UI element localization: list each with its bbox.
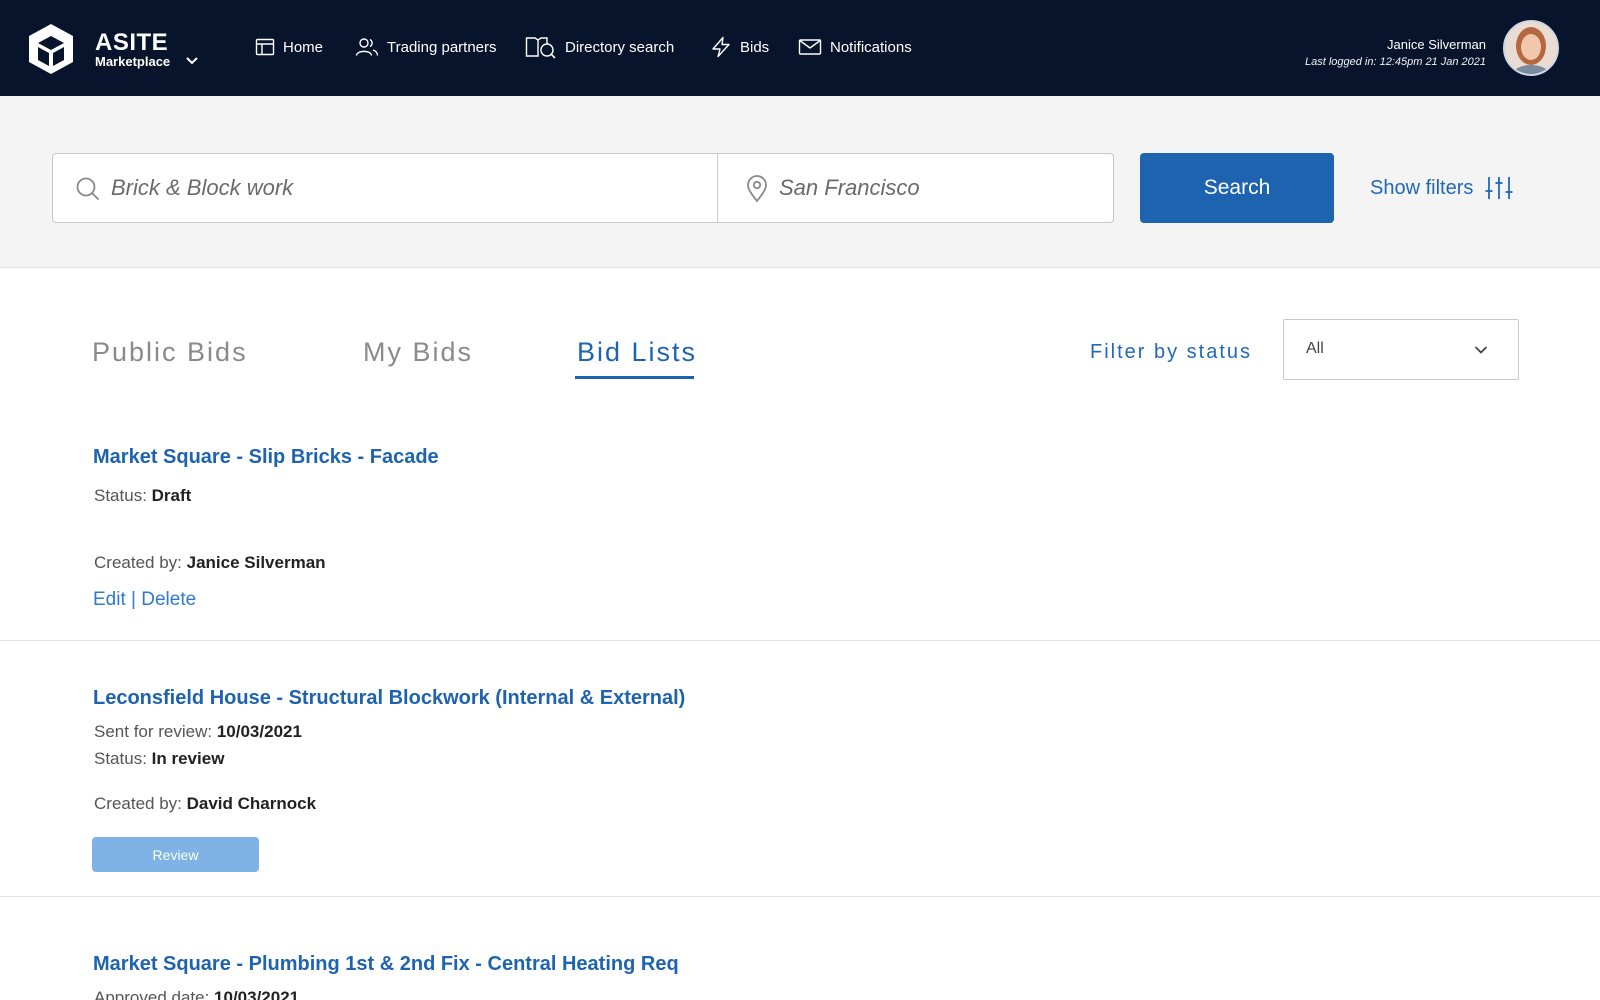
tab-bid-lists[interactable]: Bid Lists [577,337,697,368]
bid-list-approved-date: Approved date: 10/03/2021 [94,988,299,1000]
bid-list-status: Status: Draft [94,486,191,506]
brand[interactable]: ASITE Marketplace [95,31,170,69]
show-filters-label: Show filters [1370,176,1474,199]
sent-for-review-label: Sent for review: [94,722,213,741]
nav-directory-search[interactable]: Directory search [525,34,674,60]
nav-home-label: Home [283,38,324,56]
user-info: Janice Silverman Last logged in: 12:45pm… [1305,36,1486,70]
directory-search-icon [525,37,556,59]
edit-link[interactable]: Edit [93,589,126,610]
search-button[interactable]: Search [1140,153,1334,223]
bid-list-title[interactable]: Market Square - Plumbing 1st & 2nd Fix -… [93,953,679,976]
item-divider [0,896,1600,897]
bid-list-status: Status: In review [94,749,224,769]
search-icon [76,177,100,201]
item-divider [0,640,1600,641]
nav-notifications[interactable]: Notifications [798,34,912,60]
location-pin-icon [747,175,767,203]
approved-date-value: 10/03/2021 [214,988,300,1000]
delete-link[interactable]: Delete [141,589,196,610]
bid-list-title[interactable]: Leconsfield House - Structural Blockwork… [93,687,685,710]
brand-subtitle: Marketplace [95,54,171,69]
status-value: Draft [151,486,192,505]
lightning-icon [712,36,730,58]
bid-list-created-by: Created by: David Charnock [94,794,316,814]
nav-bids-label: Bids [740,38,770,56]
bid-list-sent-date: Sent for review: 10/03/2021 [94,722,302,742]
search-divider [717,154,718,222]
brand-name: ASITE [95,29,169,56]
search-box [52,153,1114,223]
last-logged-in: Last logged in: 12:45pm 21 Jan 2021 [1304,56,1486,68]
created-by-label: Created by: [94,553,182,572]
search-band: Search Show filters [0,96,1600,268]
nav-bids[interactable]: Bids [710,34,769,60]
created-by-value: David Charnock [186,794,317,813]
nav-home[interactable]: Home [255,34,323,60]
keyword-search-input[interactable] [111,154,701,222]
status-label: Status: [94,486,147,505]
nav-notifications-label: Notifications [830,38,912,56]
top-navbar: ASITE Marketplace Home Trading partners … [0,0,1600,96]
envelope-icon [798,39,822,55]
filter-by-status-label: Filter by status [1090,341,1253,363]
show-filters-link[interactable]: Show filters [1370,175,1513,201]
status-value: In review [151,749,225,768]
users-icon [355,38,379,56]
asite-logo-icon[interactable] [26,22,76,76]
chevron-down-icon [1474,346,1488,354]
bid-list-created-by: Created by: Janice Silverman [94,553,326,573]
bid-list-title[interactable]: Market Square - Slip Bricks - Facade [93,446,439,469]
nav-trading-partners[interactable]: Trading partners [355,34,497,60]
chevron-down-icon[interactable] [185,54,199,68]
status-label: Status: [94,749,147,768]
user-avatar-icon [1505,22,1557,74]
created-by-value: Janice Silverman [186,553,326,572]
status-filter-select[interactable]: All [1283,319,1519,380]
sent-for-review-value: 10/03/2021 [216,722,302,741]
status-filter-value: All [1306,340,1324,357]
sliders-icon [1485,177,1513,199]
active-tab-indicator [575,376,694,379]
avatar[interactable] [1503,20,1559,76]
home-icon [255,38,275,56]
created-by-label: Created by: [94,794,182,813]
approved-date-label: Approved date: [94,988,210,1000]
nav-directory-search-label: Directory search [565,38,675,56]
tab-my-bids[interactable]: My Bids [363,337,473,368]
user-name: Janice Silverman [1387,37,1486,52]
item-actions: Edit | Delete [93,589,196,611]
tab-public-bids[interactable]: Public Bids [92,337,248,368]
review-button[interactable]: Review [92,837,259,872]
location-input[interactable] [779,154,1099,222]
link-separator: | [131,589,136,610]
nav-trading-partners-label: Trading partners [387,38,497,56]
